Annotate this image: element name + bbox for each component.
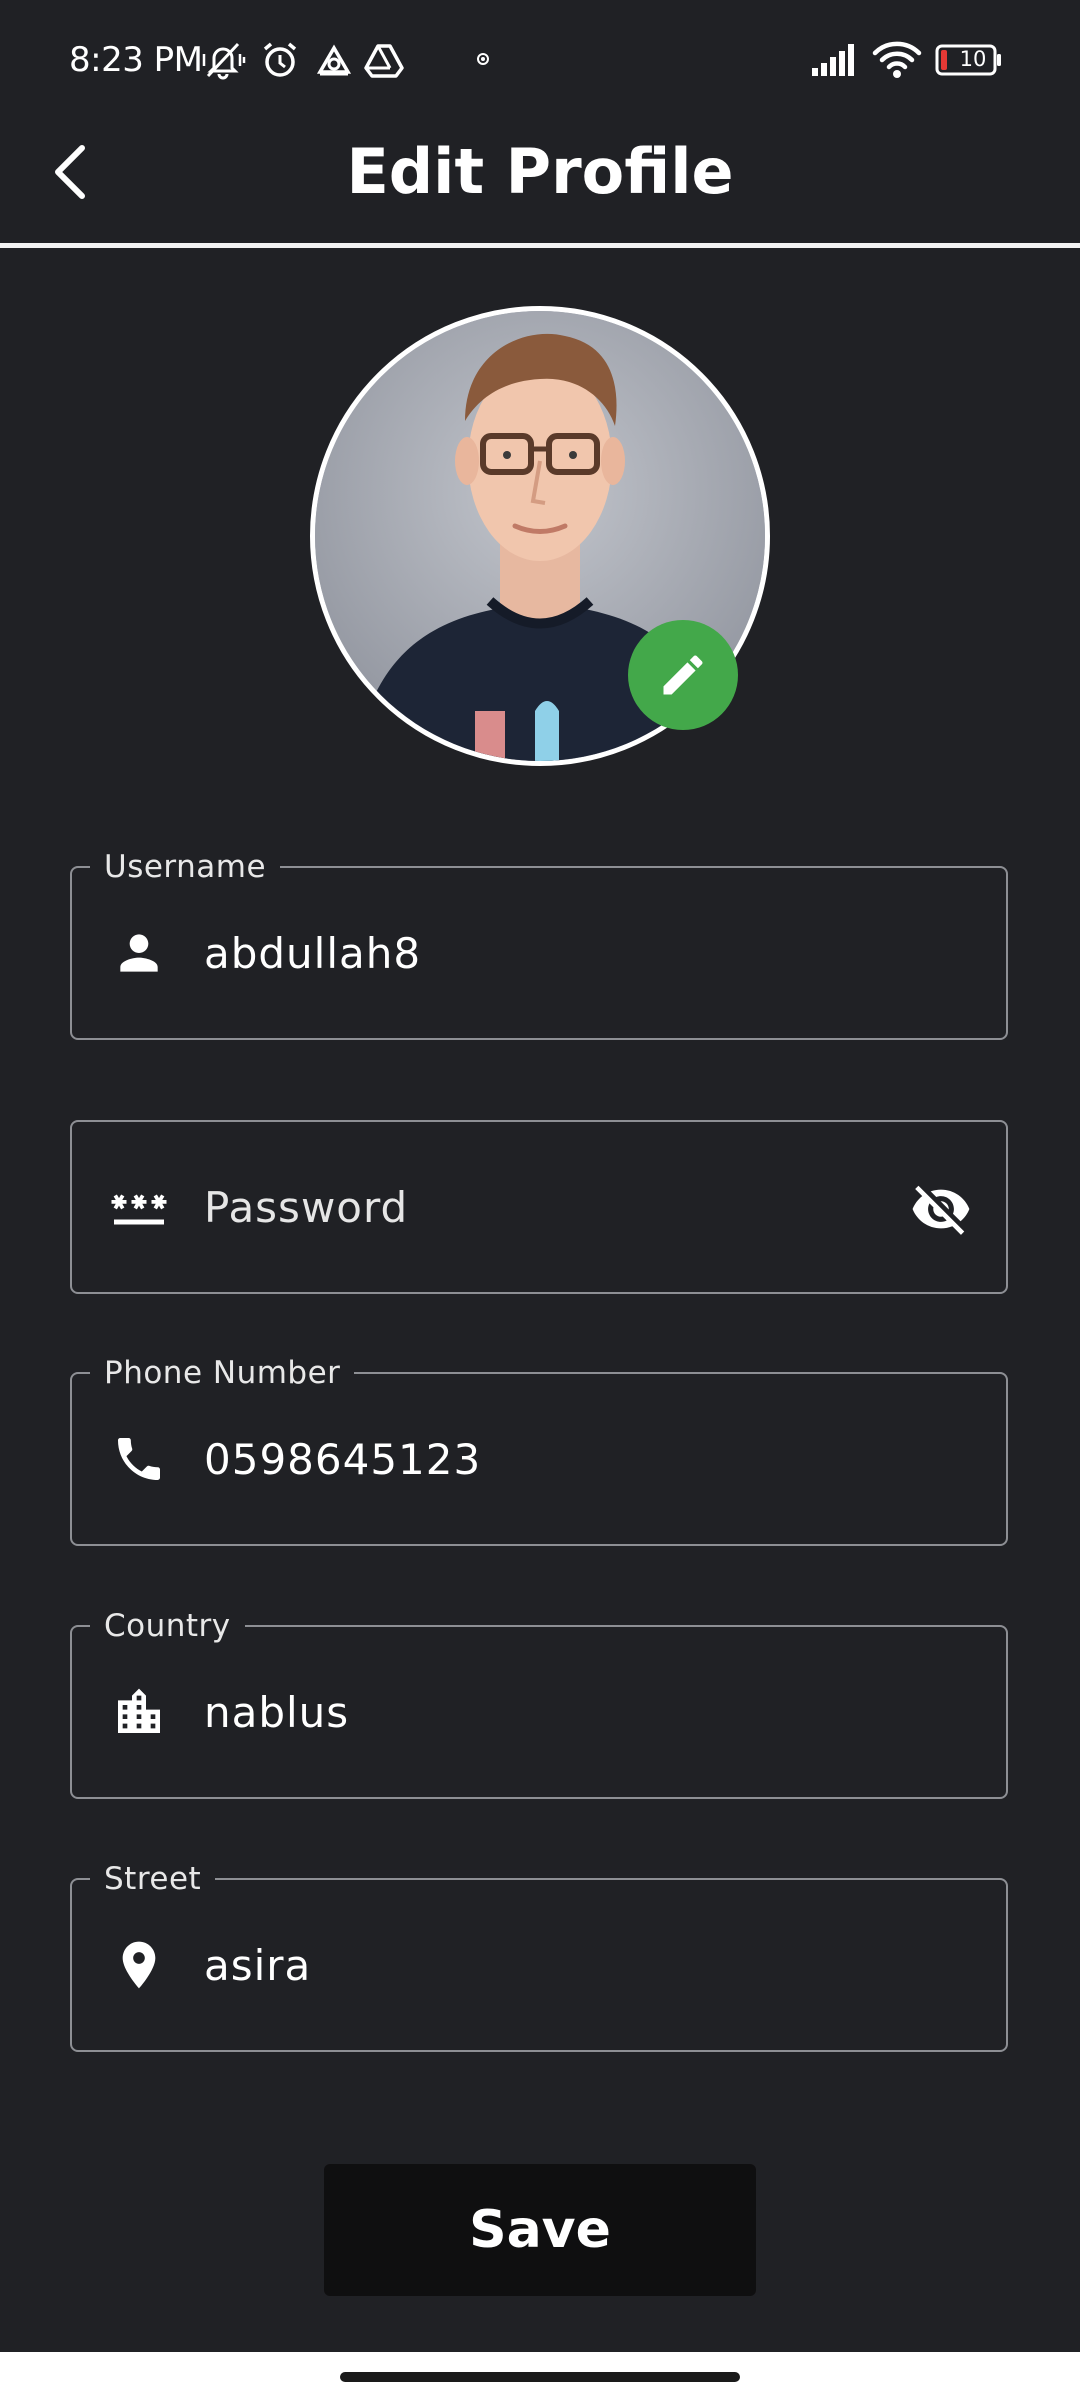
home-indicator[interactable] <box>340 2372 740 2382</box>
street-label: Street <box>90 1860 216 1898</box>
phone-icon <box>106 1426 172 1492</box>
country-field: Country <box>70 1607 1008 1799</box>
password-visibility-toggle[interactable] <box>906 1174 976 1244</box>
password-input[interactable] <box>204 1170 904 1244</box>
edit-profile-screen: 8:23 PM 10 Edit Profile Username abdulla… <box>0 0 1080 2400</box>
phone-number-field: Phone Number <box>70 1354 1008 1546</box>
city-icon <box>106 1679 172 1745</box>
username-input[interactable] <box>204 916 904 990</box>
country-label: Country <box>90 1607 245 1645</box>
password-icon <box>106 1174 172 1240</box>
eye-off-icon <box>912 1185 970 1235</box>
country-input[interactable] <box>204 1675 904 1749</box>
password-field <box>70 1120 1008 1294</box>
status-bar: 8:23 PM 10 <box>0 0 1080 120</box>
signal-icon <box>810 40 860 80</box>
battery-level-text: 10 <box>959 47 987 71</box>
profile-photo-section <box>310 306 770 766</box>
person-icon <box>106 920 172 986</box>
street-field: Street <box>70 1860 1008 2052</box>
app-bar-divider <box>0 243 1080 248</box>
location-pin-icon <box>106 1932 172 1998</box>
save-button[interactable]: Save <box>324 2164 756 2296</box>
phone-number-label: Phone Number <box>90 1354 355 1392</box>
phone-number-input[interactable] <box>204 1422 904 1496</box>
app-notification-icon <box>314 40 354 80</box>
status-time: 8:23 PM <box>69 40 203 80</box>
pencil-icon <box>663 655 703 695</box>
app-bar: Edit Profile <box>0 120 1080 244</box>
alarm-icon <box>260 40 300 80</box>
street-input[interactable] <box>204 1928 904 2002</box>
wifi-icon <box>872 40 922 80</box>
drive-icon <box>364 40 404 80</box>
username-label: Username <box>90 848 281 886</box>
muted-notification-icon <box>200 40 246 80</box>
username-field: Username <box>70 848 1008 1040</box>
dot-icon <box>476 52 490 92</box>
edit-photo-button[interactable] <box>628 620 738 730</box>
page-title: Edit Profile <box>346 135 734 208</box>
